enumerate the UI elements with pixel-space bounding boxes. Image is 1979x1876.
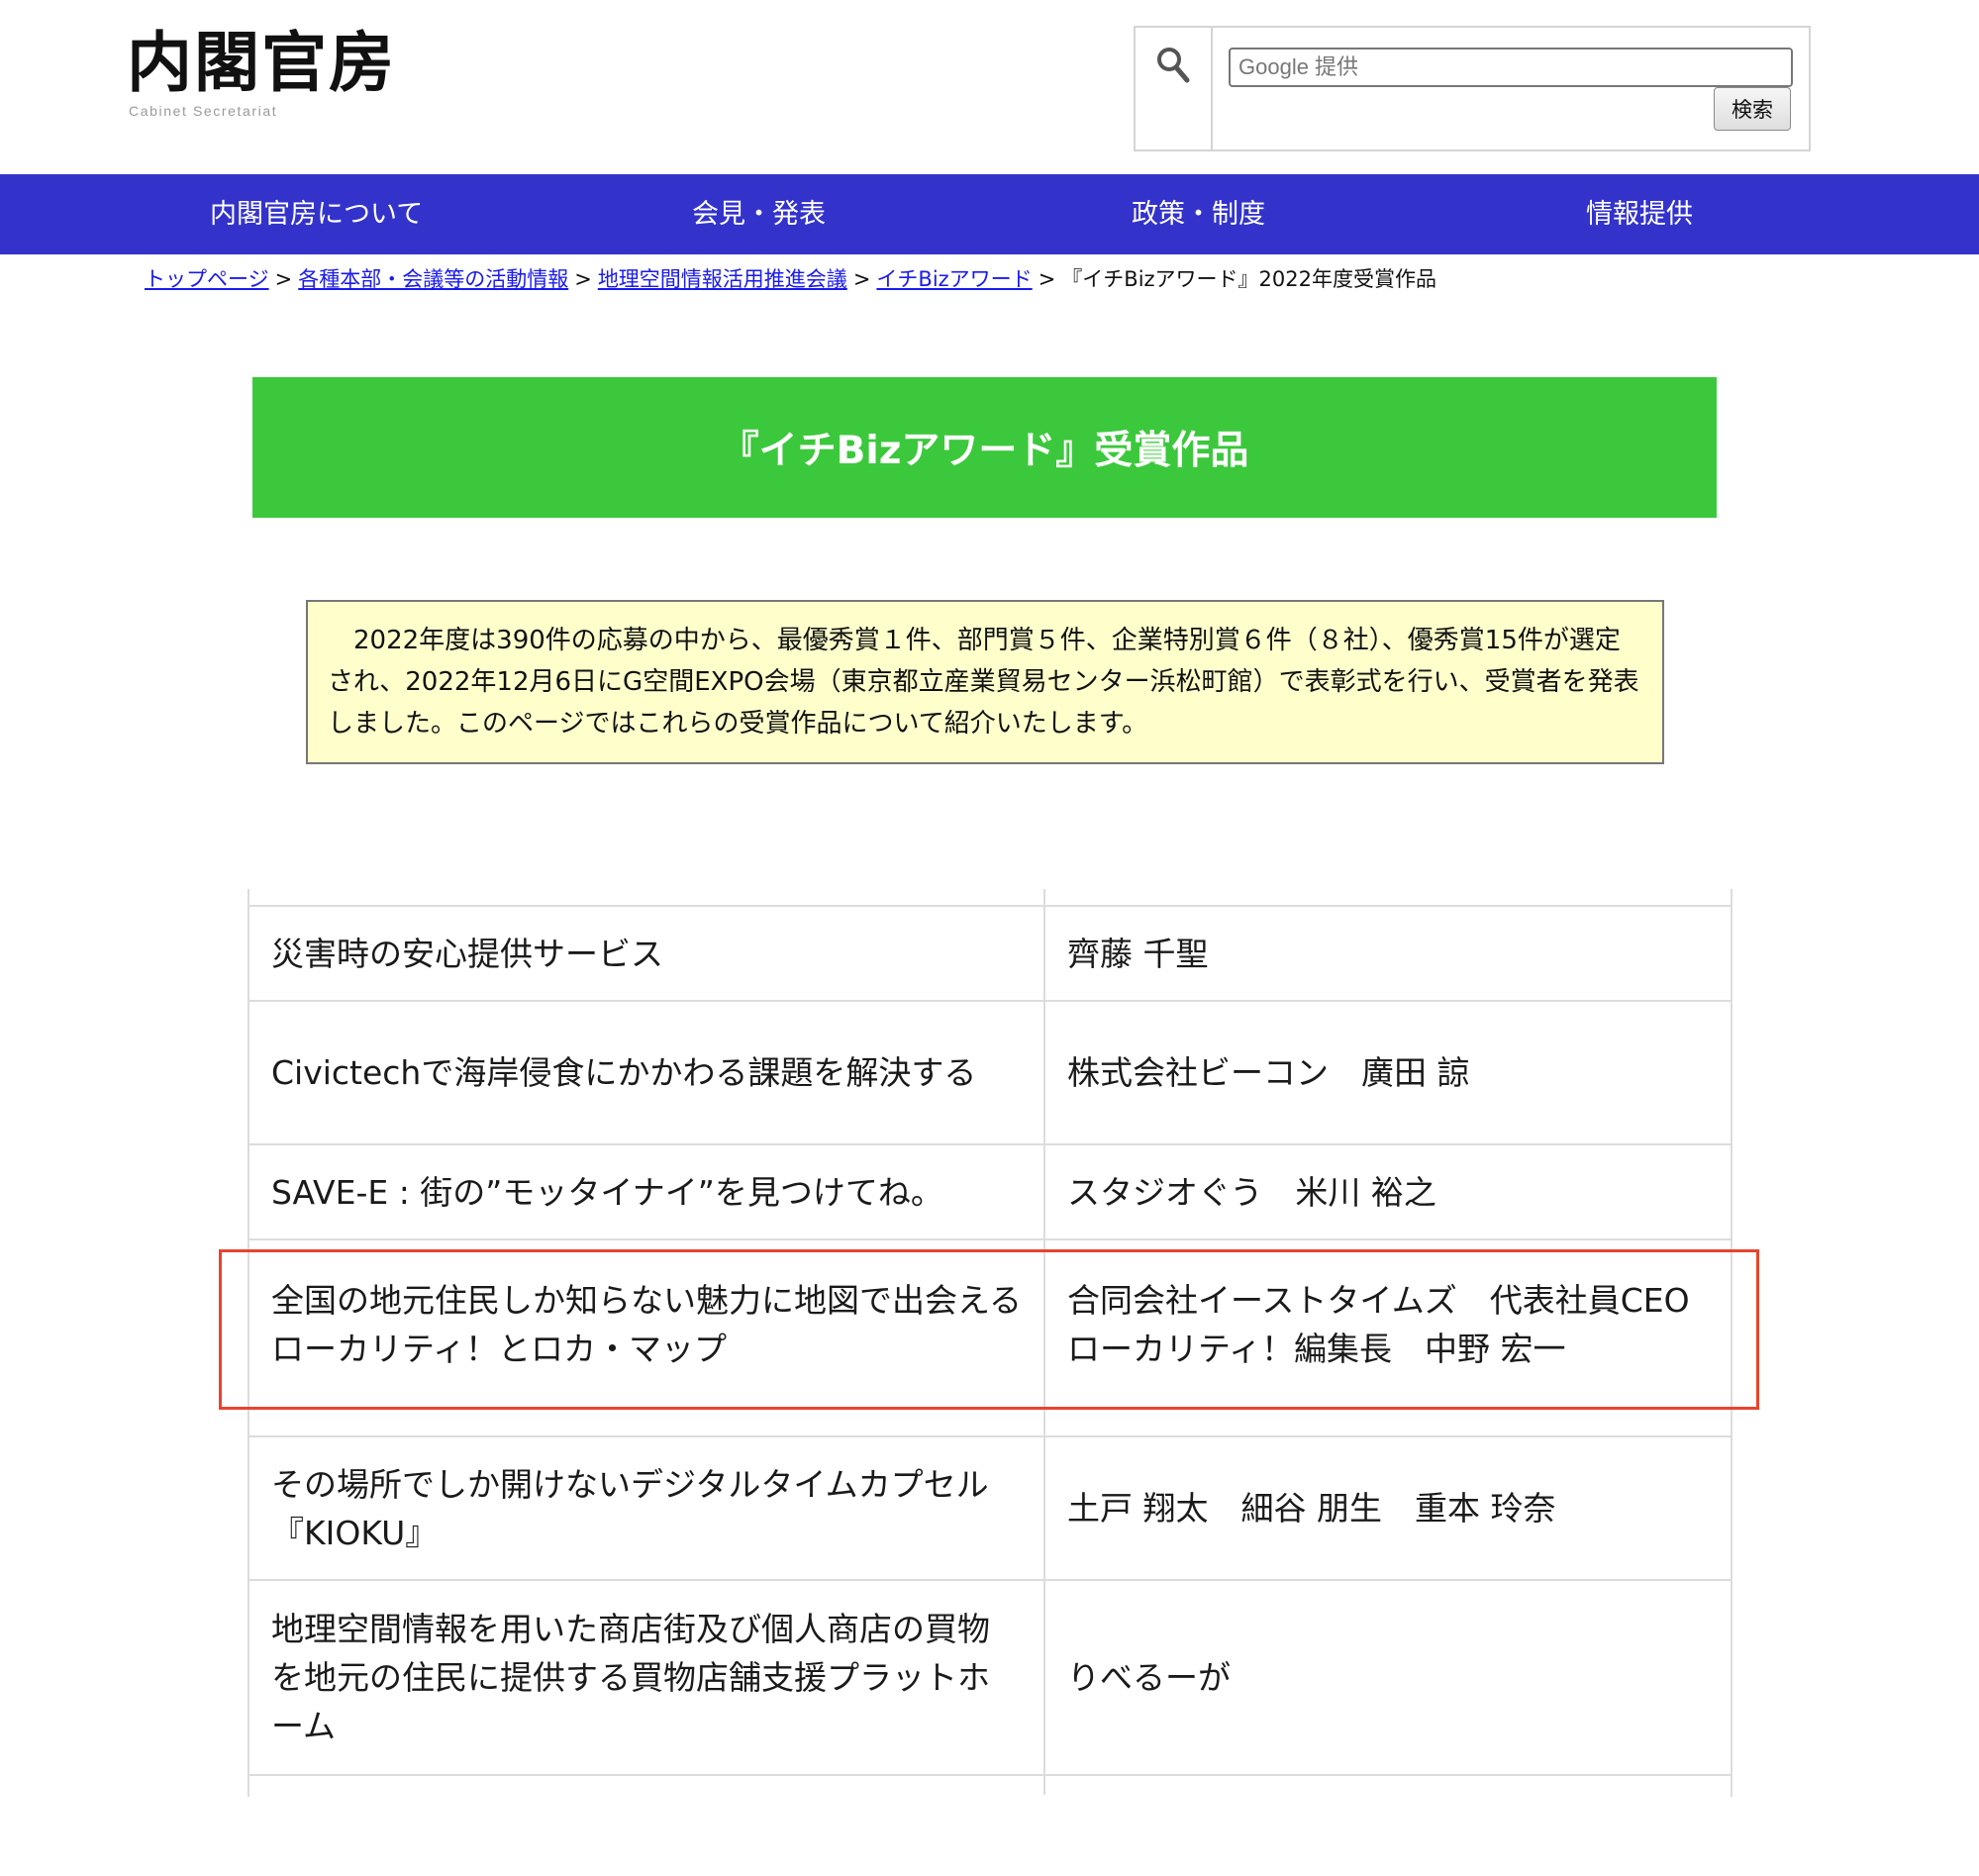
- breadcrumb-link-top[interactable]: トップページ: [145, 267, 269, 291]
- breadcrumb-separator: >: [274, 267, 293, 291]
- awards-table: 災害時の安心提供サービス 齊藤 千聖 Civictechで海岸侵食にかかわる課題…: [247, 889, 1732, 1797]
- breadcrumb-separator: >: [852, 267, 871, 291]
- search-icon-cell: [1136, 28, 1213, 149]
- title-banner: 『イチBizアワード』受賞作品: [252, 377, 1717, 518]
- logo-subtitle: Cabinet Secretariat: [129, 103, 278, 119]
- site-header: 内閣官房 Cabinet Secretariat 検索: [0, 0, 1979, 174]
- award-title-cell: 地理空間情報を用いた商店街及び個人商店の買物を地元の住民に提供する買物店舗支援プ…: [249, 1581, 1045, 1774]
- table-row: SAVE-E : 街の”モッタイナイ”を見つけてね。 スタジオぐう 米川 裕之: [249, 1143, 1731, 1238]
- breadcrumb-separator: >: [1038, 267, 1056, 291]
- award-title-cell: その場所でしか開けないデジタルタイムカプセル『KIOKU』: [249, 1437, 1045, 1579]
- table-row: 地理空間情報を用いた商店街及び個人商店の買物を地元の住民に提供する買物店舗支援プ…: [249, 1579, 1731, 1774]
- award-winner-cell: 土戸 翔太 細谷 朋生 重本 玲奈: [1067, 1489, 1556, 1528]
- award-title-cell: [249, 1410, 1045, 1435]
- award-winner-cell: 株式会社ビーコン 廣田 諒: [1067, 1053, 1470, 1092]
- nav-item-about[interactable]: 内閣官房について: [210, 174, 423, 254]
- award-winner-cell: 齊藤 千聖: [1067, 934, 1209, 973]
- intro-text: 2022年度は390件の応募の中から、最優秀賞１件、部門賞５件、企業特別賞６件（…: [328, 626, 1639, 739]
- table-divider: [249, 1774, 1731, 1776]
- award-winner-cell: [1045, 1410, 1731, 1435]
- table-row: Civictechで海岸侵食にかかわる課題を解決する 株式会社ビーコン 廣田 諒: [249, 1000, 1731, 1143]
- nav-item-info[interactable]: 情報提供: [1586, 174, 1693, 254]
- nav-item-policy[interactable]: 政策・制度: [1132, 174, 1265, 254]
- breadcrumb-link-council[interactable]: 地理空間情報活用推進会議: [598, 267, 847, 291]
- breadcrumb-current: 『イチBizアワード』2022年度受賞作品: [1061, 267, 1437, 291]
- award-winner-cell: りべるーが: [1067, 1658, 1231, 1697]
- award-winner-cell: スタジオぐう 米川 裕之: [1067, 1172, 1436, 1212]
- page-title: 『イチBizアワード』受賞作品: [720, 429, 1249, 473]
- table-column-divider: [1043, 1774, 1045, 1795]
- breadcrumb-separator: >: [574, 267, 592, 291]
- table-column-divider: [1043, 889, 1045, 905]
- award-title-cell: 全国の地元住民しか知らない魅力に地図で出会えるローカリティ！とロカ・マップ: [249, 1240, 1045, 1408]
- award-title-cell: 災害時の安心提供サービス: [249, 907, 1045, 1000]
- breadcrumb-link-award[interactable]: イチBizアワード: [876, 267, 1032, 291]
- search-box: 検索: [1134, 26, 1811, 151]
- logo-title: 内閣官房: [127, 24, 396, 101]
- table-row: その場所でしか開けないデジタルタイムカプセル『KIOKU』 土戸 翔太 細谷 朋…: [249, 1435, 1731, 1579]
- global-nav: 内閣官房について 会見・発表 政策・制度 情報提供: [0, 174, 1979, 254]
- table-row-highlighted: 全国の地元住民しか知らない魅力に地図で出会えるローカリティ！とロカ・マップ 合同…: [249, 1238, 1733, 1408]
- table-row: 災害時の安心提供サービス 齊藤 千聖: [249, 905, 1731, 1000]
- award-title-cell: Civictechで海岸侵食にかかわる課題を解決する: [249, 1002, 1045, 1143]
- breadcrumb: トップページ > 各種本部・会議等の活動情報 > 地理空間情報活用推進会議 > イチBizア…: [145, 264, 1436, 294]
- intro-box: 2022年度は390件の応募の中から、最優秀賞１件、部門賞５件、企業特別賞６件（…: [306, 600, 1664, 764]
- award-title-cell: SAVE-E : 街の”モッタイナイ”を見つけてね。: [249, 1145, 1045, 1238]
- award-winner-cell: 合同会社イーストタイムズ 代表社員CEO ローカリティ！編集長 中野 宏一: [1067, 1280, 1733, 1368]
- breadcrumb-link-activities[interactable]: 各種本部・会議等の活動情報: [298, 267, 568, 291]
- site-logo[interactable]: 内閣官房 Cabinet Secretariat: [127, 24, 444, 123]
- search-button[interactable]: 検索: [1714, 87, 1791, 131]
- nav-item-press[interactable]: 会見・発表: [692, 174, 826, 254]
- table-row: [249, 1408, 1731, 1435]
- search-input[interactable]: [1229, 48, 1793, 87]
- search-icon: [1157, 48, 1190, 83]
